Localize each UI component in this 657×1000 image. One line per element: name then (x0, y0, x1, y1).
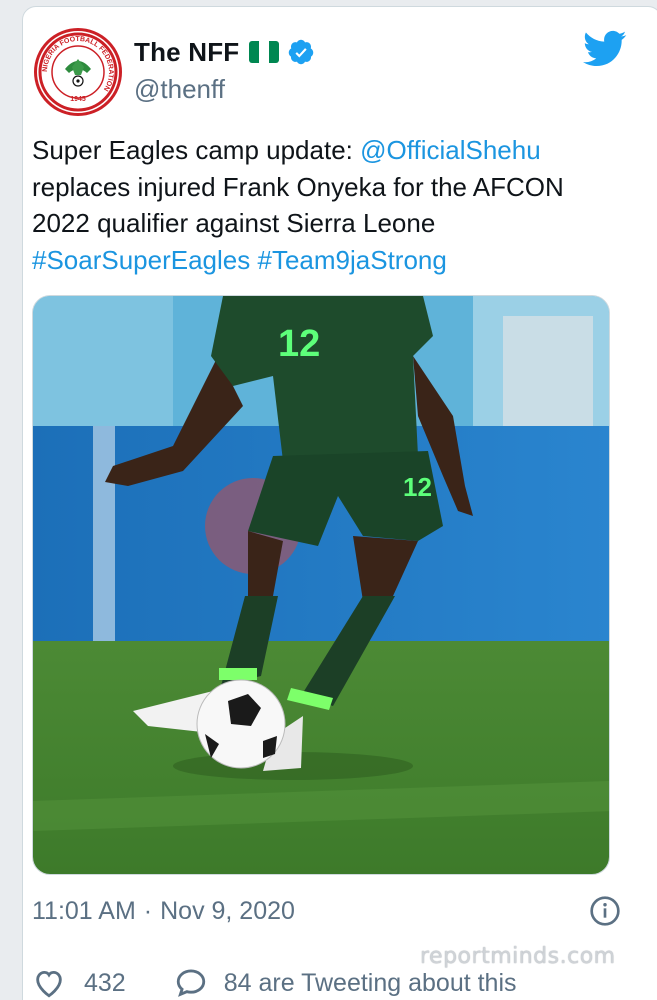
tweet-time: 11:01 AM (32, 897, 136, 925)
timestamp-separator: · (143, 897, 153, 925)
jersey-number: 12 (278, 323, 320, 365)
mention-link[interactable]: @OfficialShehu (360, 135, 541, 165)
logo-year: 1945 (70, 96, 86, 103)
tweet-timestamp[interactable]: 11:01 AM · Nov 9, 2020 (32, 897, 295, 926)
hashtag-link[interactable]: #SoarSuperEagles (32, 245, 250, 275)
speech-bubble-icon[interactable] (174, 966, 208, 1000)
tweet-text: Super Eagles camp update: @OfficialShehu… (32, 132, 622, 278)
tweet-actions: 432 84 are Tweeting about this (32, 966, 517, 1000)
tweet-photo[interactable]: 12 12 (32, 295, 610, 875)
heart-icon[interactable] (32, 966, 66, 1000)
tweet-text-rest: replaces injured Frank Onyeka for the AF… (32, 171, 564, 239)
display-name[interactable]: The NFF (134, 37, 239, 68)
hashtag-link[interactable]: #Team9jaStrong (258, 245, 447, 275)
nigeria-flag-icon (249, 41, 280, 63)
tweet-text-start: Super Eagles camp update: (32, 135, 361, 165)
shorts-number: 12 (403, 472, 432, 502)
twitter-bird-icon[interactable] (583, 30, 627, 68)
handle[interactable]: @thenff (134, 74, 315, 105)
account-names: The NFF @thenff (134, 34, 315, 105)
verified-badge-icon (289, 39, 314, 65)
football-player-photo: 12 12 (33, 296, 609, 874)
tweet-header: NIGERIA FOOTBALL FEDERATION 1945 The NFF… (34, 28, 657, 116)
tweet-date: Nov 9, 2020 (160, 897, 295, 925)
avatar[interactable]: NIGERIA FOOTBALL FEDERATION 1945 (34, 28, 122, 116)
tweeting-about-link[interactable]: 84 are Tweeting about this (224, 969, 517, 998)
info-icon[interactable] (589, 895, 621, 927)
like-count[interactable]: 432 (84, 969, 126, 998)
